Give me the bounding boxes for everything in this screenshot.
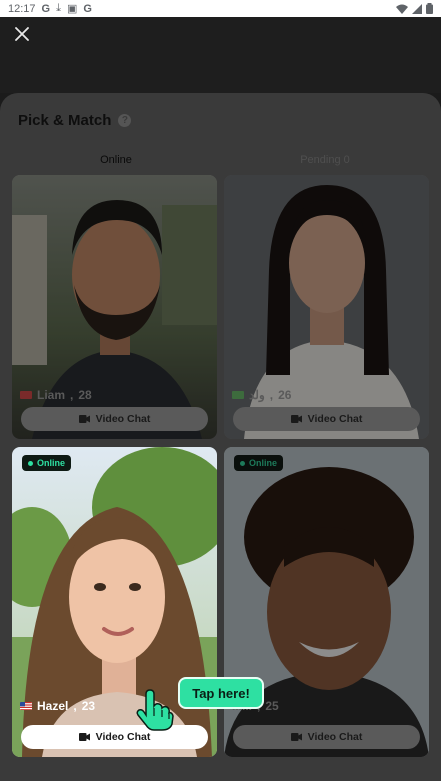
download-icon: ⤓ xyxy=(56,2,61,14)
match-card-hazel[interactable]: Online Hazel, 23 Video Chat xyxy=(12,447,217,757)
status-bar: 12:17 G ⤓ ▣ G xyxy=(0,0,441,17)
online-dot-icon xyxy=(240,460,245,466)
online-badge-label: Online xyxy=(249,458,278,468)
close-icon xyxy=(15,27,29,41)
tap-here-tooltip: Tap here! xyxy=(178,677,264,709)
video-camera-icon xyxy=(290,733,302,741)
online-dot-icon xyxy=(28,460,33,466)
battery-icon xyxy=(426,3,433,14)
profile-age: 25 xyxy=(265,699,279,713)
video-camera-icon xyxy=(78,415,90,423)
clock: 12:17 xyxy=(8,2,36,15)
google-g-icon: G xyxy=(41,2,51,15)
profile-age: 26 xyxy=(278,388,292,402)
video-camera-icon xyxy=(78,733,90,741)
sheet-title-text: Pick & Match xyxy=(18,112,112,129)
tab-pending[interactable]: Pending 0 xyxy=(255,154,395,166)
video-chat-label: Video Chat xyxy=(95,731,151,743)
tooltip-label: Tap here! xyxy=(192,685,250,701)
wifi-icon xyxy=(396,4,408,14)
us-flag-icon xyxy=(20,702,32,710)
page-title: Pick & Match ? xyxy=(18,112,132,129)
profile-name: ولد xyxy=(249,388,265,402)
kuwait-flag-icon xyxy=(232,391,244,399)
google-g-icon: G xyxy=(83,2,92,15)
video-chat-button[interactable]: Video Chat xyxy=(21,407,208,431)
profile-name-row: Liam, 28 xyxy=(20,388,92,402)
online-status-badge: Online xyxy=(234,455,284,471)
signal-icon xyxy=(412,3,422,14)
dimmed-backdrop xyxy=(0,17,441,93)
help-icon[interactable]: ? xyxy=(118,114,132,127)
close-button[interactable] xyxy=(10,22,34,46)
profile-age: 28 xyxy=(78,388,92,402)
match-card-2[interactable]: ولد, 26 Video Chat xyxy=(224,175,429,439)
video-chat-label: Video Chat xyxy=(307,731,363,743)
profile-name-row: Hazel, 23 xyxy=(20,699,95,713)
profile-name: Hazel xyxy=(37,699,69,713)
match-card-4[interactable]: Online ...ill, 25 Video Chat xyxy=(224,447,429,757)
tab-online[interactable]: Online xyxy=(46,154,186,166)
video-chat-label: Video Chat xyxy=(95,413,151,425)
profile-name: Liam xyxy=(37,388,66,402)
video-chat-button[interactable]: Video Chat xyxy=(233,725,420,749)
pointing-hand-icon xyxy=(136,689,174,731)
video-camera-icon xyxy=(290,415,302,423)
match-card-liam[interactable]: Liam, 28 Video Chat xyxy=(12,175,217,439)
image-icon: ▣ xyxy=(66,3,78,15)
video-chat-label: Video Chat xyxy=(307,413,363,425)
profile-name-row: ولد, 26 xyxy=(232,388,291,402)
profile-age: 23 xyxy=(81,699,96,713)
video-chat-button[interactable]: Video Chat xyxy=(21,725,208,749)
turkey-flag-icon xyxy=(20,391,32,399)
online-status-badge: Online xyxy=(22,455,72,471)
online-badge-label: Online xyxy=(37,458,66,468)
video-chat-button[interactable]: Video Chat xyxy=(233,407,420,431)
